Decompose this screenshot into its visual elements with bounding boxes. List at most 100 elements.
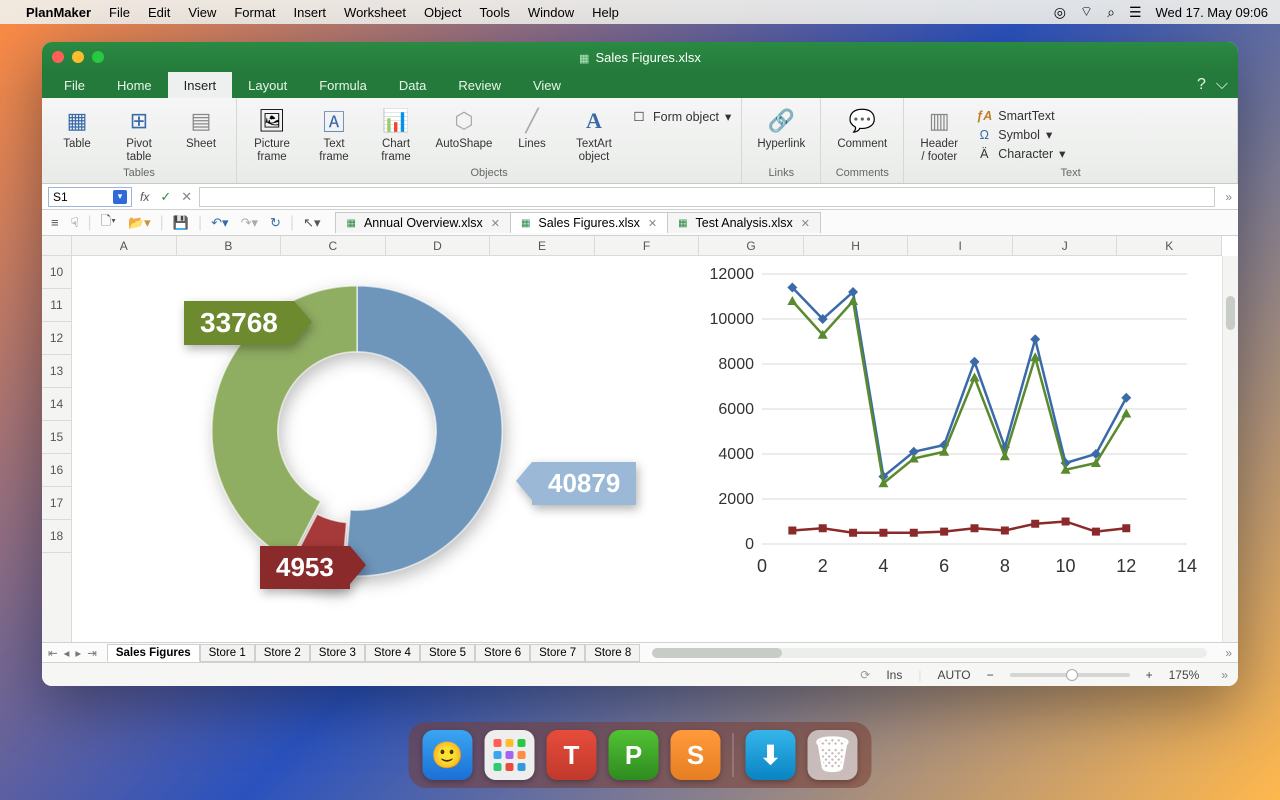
column-header[interactable]: G [699,236,804,255]
lines-button[interactable]: ╱Lines [503,103,561,164]
select-all-corner[interactable] [42,236,72,256]
sheet-tab[interactable]: Store 2 [255,644,310,662]
more-icon[interactable]: » [1221,668,1228,682]
row-header[interactable]: 10 [42,256,71,289]
tab-file[interactable]: File [48,72,101,98]
redo-icon[interactable]: ↷▾ [238,215,261,231]
row-header[interactable]: 12 [42,322,71,355]
tab-view[interactable]: View [517,72,577,98]
dock-trash[interactable]: 🗑 [808,730,858,780]
pointer-icon[interactable]: ↖▾ [300,215,323,231]
column-header[interactable]: D [386,236,491,255]
refresh-icon[interactable]: ↻ [267,215,284,231]
dock-downloads[interactable]: ⬇ [746,730,796,780]
column-header[interactable]: A [72,236,177,255]
sheet-button[interactable]: ▤Sheet [172,103,230,164]
doc-tab-annual[interactable]: ▦Annual Overview.xlsx✕ [335,212,510,233]
save-icon[interactable]: 💾 [170,215,192,231]
sheet-tab[interactable]: Store 4 [365,644,420,662]
zoom-value[interactable]: 175% [1169,668,1200,682]
zoom-in-icon[interactable]: + [1146,668,1153,682]
header-footer-button[interactable]: ▥Header / footer [910,103,968,164]
mac-menu-help[interactable]: Help [592,5,619,20]
prev-sheet-icon[interactable]: ◂ [64,646,70,660]
row-header[interactable]: 15 [42,421,71,454]
donut-chart[interactable]: 33768 40879 4953 [192,266,522,596]
dock-finder[interactable]: 🙂 [423,730,473,780]
table-button[interactable]: ▦Table [48,103,106,164]
dock-textmaker[interactable]: T [547,730,597,780]
mac-menu-object[interactable]: Object [424,5,462,20]
status-auto[interactable]: AUTO [937,668,970,682]
control-center-icon[interactable]: ☰ [1129,4,1142,21]
dock-launchpad[interactable] [485,730,535,780]
sheet-tab[interactable]: Store 3 [310,644,365,662]
sheet-tab[interactable]: Store 5 [420,644,475,662]
mac-clock[interactable]: Wed 17. May 09:06 [1156,5,1269,20]
user-icon[interactable]: ◎ [1054,4,1066,21]
window-titlebar[interactable]: Sales Figures.xlsx [42,42,1238,72]
character-button[interactable]: ÄCharacter ▾ [976,146,1065,161]
cell-reference-input[interactable]: S1▾ [48,187,132,207]
status-ins[interactable]: Ins [886,668,902,682]
chevron-down-icon[interactable]: ▾ [113,190,127,204]
touch-icon[interactable]: ☟ [68,215,82,231]
sheet-tab[interactable]: Store 1 [200,644,255,662]
mac-menu-tools[interactable]: Tools [480,5,510,20]
column-header[interactable]: F [595,236,700,255]
open-icon[interactable]: 📂▾ [125,215,154,231]
search-icon[interactable]: ⌕ [1107,4,1115,21]
new-doc-icon[interactable]: 🗋▾ [98,212,119,234]
first-sheet-icon[interactable]: ⇤ [48,646,58,660]
dock-planmaker[interactable]: P [609,730,659,780]
row-headers[interactable]: 101112131415161718 [42,256,72,642]
row-header[interactable]: 14 [42,388,71,421]
mac-menu-insert[interactable]: Insert [294,5,327,20]
close-icon[interactable]: ✕ [801,217,810,230]
vertical-scrollbar[interactable] [1222,256,1238,642]
undo-icon[interactable]: ↶▾ [208,215,231,231]
more-icon[interactable]: » [1225,646,1232,660]
help-icon[interactable]: ? [1197,76,1206,94]
fx-icon[interactable]: fx [140,190,149,204]
close-icon[interactable]: ✕ [648,217,657,230]
sheet-tab[interactable]: Store 8 [585,644,640,662]
mac-menu-format[interactable]: Format [234,5,275,20]
row-header[interactable]: 16 [42,454,71,487]
chart-frame-button[interactable]: 📊Chart frame [367,103,425,164]
picture-frame-button[interactable]: 🖼Picture frame [243,103,301,164]
smarttext-button[interactable]: ƒASmartText [976,109,1065,123]
mac-menu-window[interactable]: Window [528,5,574,20]
cells-canvas[interactable]: 33768 40879 4953 02000400060008000100001… [72,256,1222,642]
column-header[interactable]: I [908,236,1013,255]
tab-home[interactable]: Home [101,72,168,98]
column-header[interactable]: H [804,236,909,255]
symbol-button[interactable]: ΩSymbol ▾ [976,127,1065,142]
sheet-tab[interactable]: Store 7 [530,644,585,662]
row-header[interactable]: 18 [42,520,71,553]
mac-menu-worksheet[interactable]: Worksheet [344,5,406,20]
expand-icon[interactable]: » [1225,190,1232,204]
hyperlink-button[interactable]: 🔗Hyperlink [748,103,814,164]
mac-menu-file[interactable]: File [109,5,130,20]
tab-insert[interactable]: Insert [168,72,233,98]
form-object-button[interactable]: ☐Form object ▾ [631,109,731,124]
close-icon[interactable]: ✕ [491,217,500,230]
sheet-tab[interactable]: Store 6 [475,644,530,662]
pivot-table-button[interactable]: ⊞Pivot table [110,103,168,164]
minimize-icon[interactable] [72,51,84,63]
mac-app-name[interactable]: PlanMaker [26,5,91,20]
wifi-icon[interactable]: ⌔ [1080,3,1093,21]
mac-menu-edit[interactable]: Edit [148,5,170,20]
horizontal-scrollbar[interactable] [652,648,1207,658]
row-header[interactable]: 11 [42,289,71,322]
row-header[interactable]: 17 [42,487,71,520]
tab-data[interactable]: Data [383,72,442,98]
close-icon[interactable] [52,51,64,63]
column-header[interactable]: J [1013,236,1118,255]
column-header[interactable]: B [177,236,282,255]
tab-formula[interactable]: Formula [303,72,383,98]
dock-presentations[interactable]: S [671,730,721,780]
last-sheet-icon[interactable]: ⇥ [87,646,97,660]
zoom-slider[interactable] [1010,673,1130,677]
